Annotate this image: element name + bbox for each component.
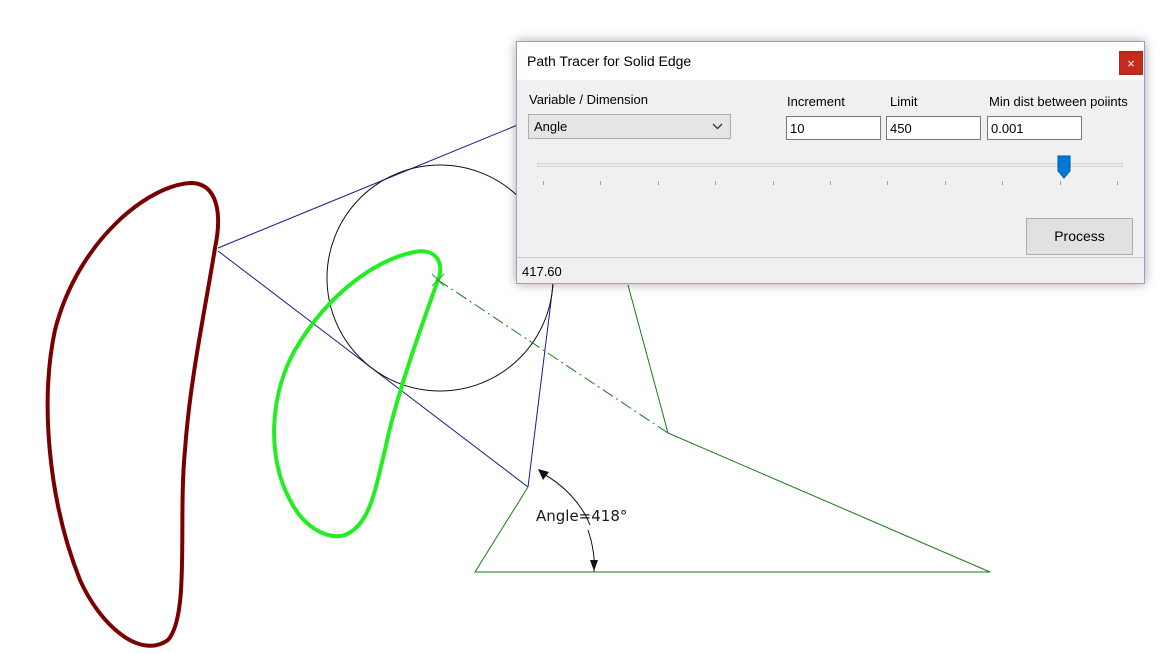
slider-track[interactable] [537,163,1123,167]
slider-thumb[interactable] [1057,155,1071,179]
slider-tick [830,181,831,185]
slider-tick [944,181,946,185]
min-dist-label: Min dist between poiints [989,94,1128,109]
variable-dimension-label: Variable / Dimension [529,92,648,107]
dimension-arrowhead-lower [590,560,598,571]
dimension-arrowhead-upper [538,469,549,480]
chevron-down-icon [712,123,723,130]
status-divider [517,257,1144,258]
increment-input[interactable] [786,116,881,140]
path-tracer-dialog: Path Tracer for Solid Edge × Variable / … [516,41,1145,284]
variable-dimension-value: Angle [534,119,568,134]
slider-tick [887,181,889,185]
dialog-titlebar[interactable]: Path Tracer for Solid Edge × [517,42,1144,80]
limit-input[interactable] [886,116,981,140]
close-button[interactable]: × [1119,51,1143,75]
dark-red-trace-path [45,181,221,648]
slider-tick [1117,181,1118,185]
centerline-dash-dot [437,279,669,434]
link-line [527,284,554,488]
slider-tick [600,181,602,185]
slider-tick [1059,181,1061,185]
dialog-title: Path Tracer for Solid Edge [527,53,692,69]
green-trace-path [272,249,443,539]
green-frame-outline [474,284,991,573]
status-value: 417.60 [522,264,562,279]
slider-tick [543,181,544,185]
variable-dimension-select[interactable]: Angle [528,114,731,139]
slider-tick [1002,181,1004,185]
angle-dimension-label[interactable]: Angle=418° [536,507,627,525]
process-button[interactable]: Process [1026,218,1133,255]
slider-tick [772,181,774,185]
slider-tick [657,181,659,185]
tangent-line-upper [217,123,521,249]
increment-label: Increment [787,94,845,109]
limit-label: Limit [890,94,918,109]
min-dist-input[interactable] [987,116,1082,140]
slider-tick [715,181,717,185]
